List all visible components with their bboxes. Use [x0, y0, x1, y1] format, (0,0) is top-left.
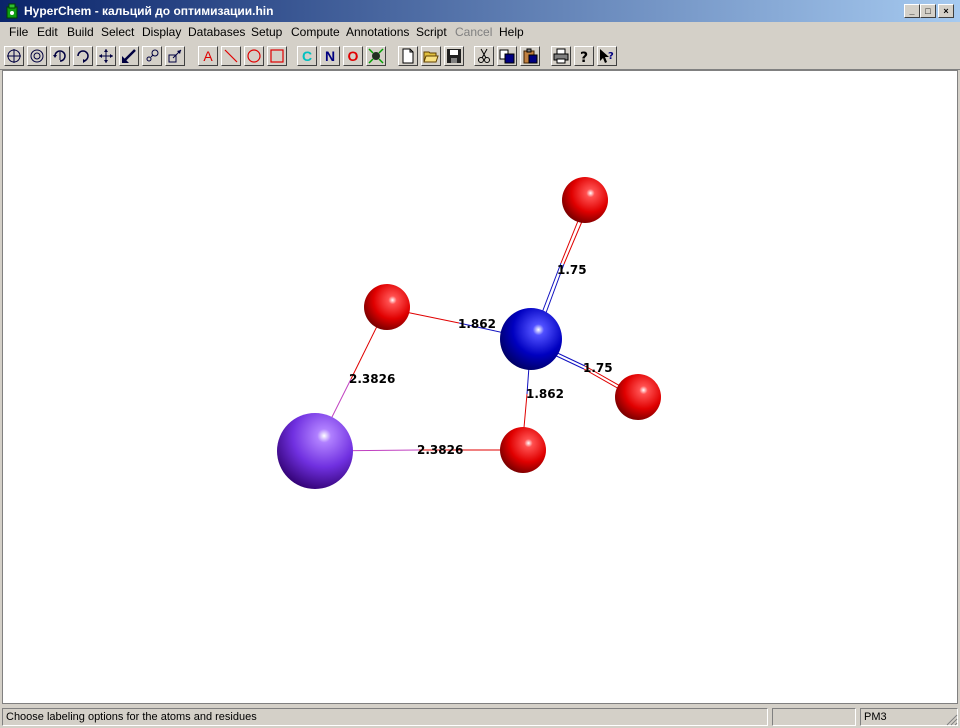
- rotate-xy-button[interactable]: [50, 46, 70, 66]
- menu-databases[interactable]: Databases: [188, 25, 245, 39]
- menu-annotations[interactable]: Annotations: [346, 25, 409, 39]
- menu-bar: File Edit Build Select Display Databases…: [0, 22, 960, 42]
- rotate-z-button[interactable]: [73, 46, 93, 66]
- atom-oxygen-bottom[interactable]: [500, 427, 546, 473]
- close-button[interactable]: ×: [938, 4, 954, 18]
- hyperchem-app-icon[interactable]: [4, 3, 20, 19]
- question-mark-icon: ?: [580, 50, 588, 64]
- toolbar: A C N O ? ?: [0, 42, 960, 70]
- bond-label-n-o-top: 1.75: [557, 263, 587, 277]
- bond-label-n-o-bottom: 1.862: [526, 387, 564, 401]
- move-arrows-icon: [99, 49, 113, 63]
- bond-label-ca-o-bottom: 2.3826: [417, 443, 463, 457]
- molecule-workspace[interactable]: 1.75 1.75 1.862 1.862 2.3826 2.3826: [2, 70, 958, 704]
- status-method: PM3: [860, 708, 958, 726]
- atom-burst-icon: [368, 48, 384, 64]
- carbon-label: C: [301, 48, 313, 64]
- molecule-view[interactable]: 1.75 1.75 1.862 1.862 2.3826 2.3826: [3, 71, 957, 703]
- element-nitrogen-button[interactable]: N: [320, 46, 340, 66]
- nitrogen-label: N: [324, 48, 336, 64]
- menu-help[interactable]: Help: [499, 25, 524, 39]
- pointer-help-icon: ?: [600, 49, 614, 63]
- draw-tool-button[interactable]: [4, 46, 24, 66]
- annotation-ellipse-button[interactable]: [244, 46, 264, 66]
- resize-grip-icon[interactable]: [946, 714, 958, 726]
- open-file-button[interactable]: [421, 46, 441, 66]
- menu-compute[interactable]: Compute: [291, 25, 340, 39]
- help-button[interactable]: ?: [574, 46, 594, 66]
- menu-display[interactable]: Display: [142, 25, 181, 39]
- menu-edit[interactable]: Edit: [37, 25, 58, 39]
- oxygen-label: O: [347, 48, 359, 64]
- copy-button[interactable]: [497, 46, 517, 66]
- copy-icon: [499, 49, 515, 64]
- element-carbon-button[interactable]: C: [297, 46, 317, 66]
- zoom-tool-button[interactable]: [142, 46, 162, 66]
- menu-setup[interactable]: Setup: [251, 25, 282, 39]
- cut-button[interactable]: [474, 46, 494, 66]
- rotate-z-icon: [77, 50, 89, 63]
- clip-icon: [168, 49, 182, 63]
- rectangle-icon: [270, 49, 284, 63]
- new-document-icon: [402, 48, 414, 64]
- title-bar: HyperChem - кальций до оптимизации.hin _…: [0, 0, 960, 22]
- atom-calcium[interactable]: [277, 413, 353, 489]
- close-icon: ×: [943, 6, 949, 16]
- scissors-icon: [478, 48, 490, 63]
- maximize-icon: □: [925, 6, 931, 16]
- periodic-table-button[interactable]: [366, 46, 386, 66]
- annotation-line-button[interactable]: [221, 46, 241, 66]
- new-file-button[interactable]: [398, 46, 418, 66]
- status-message: Choose labeling options for the atoms an…: [2, 708, 768, 726]
- zoom-molecule-icon: [146, 49, 159, 62]
- maximize-button[interactable]: □: [920, 4, 936, 18]
- circle-icon: [247, 49, 261, 63]
- floppy-disk-icon: [447, 49, 461, 63]
- atom-oxygen-right[interactable]: [615, 374, 661, 420]
- bond-label-ca-o-left: 2.3826: [349, 372, 395, 386]
- minimize-icon: _: [909, 6, 915, 16]
- rotate-xy-icon: [53, 50, 66, 62]
- crosshair-icon: [7, 49, 21, 63]
- svg-text:?: ?: [608, 51, 614, 62]
- select-tool-button[interactable]: [27, 46, 47, 66]
- open-folder-icon: [423, 51, 439, 63]
- context-help-button[interactable]: ?: [597, 46, 617, 66]
- atom-nitrogen[interactable]: [500, 308, 562, 370]
- clipboard-icon: [523, 48, 538, 64]
- text-a-icon: A: [203, 48, 213, 64]
- atom-oxygen-left[interactable]: [364, 284, 410, 330]
- print-button[interactable]: [551, 46, 571, 66]
- annotation-rectangle-button[interactable]: [267, 46, 287, 66]
- menu-cancel: Cancel: [455, 25, 493, 39]
- status-panel-empty: [772, 708, 856, 726]
- menu-build[interactable]: Build: [67, 25, 94, 39]
- annotation-text-button[interactable]: A: [198, 46, 218, 66]
- menu-script[interactable]: Script: [416, 25, 447, 39]
- menu-file[interactable]: File: [9, 25, 28, 39]
- bond-label-n-o-left: 1.862: [458, 317, 496, 331]
- paste-button[interactable]: [520, 46, 540, 66]
- save-file-button[interactable]: [444, 46, 464, 66]
- translate-z-button[interactable]: [119, 46, 139, 66]
- atom-oxygen-top[interactable]: [562, 177, 608, 223]
- clip-tool-button[interactable]: [165, 46, 185, 66]
- bond-label-n-o-right: 1.75: [583, 361, 613, 375]
- diagonal-arrow-icon: [122, 49, 136, 63]
- printer-icon: [553, 48, 569, 64]
- status-bar: Choose labeling options for the atoms an…: [0, 706, 960, 728]
- minimize-button[interactable]: _: [904, 4, 920, 18]
- element-oxygen-button[interactable]: O: [343, 46, 363, 66]
- translate-xy-button[interactable]: [96, 46, 116, 66]
- target-icon: [30, 49, 44, 63]
- menu-select[interactable]: Select: [101, 25, 134, 39]
- window-title: HyperChem - кальций до оптимизации.hin: [24, 4, 274, 18]
- svg-text:?: ?: [580, 50, 588, 64]
- line-icon: [224, 49, 238, 63]
